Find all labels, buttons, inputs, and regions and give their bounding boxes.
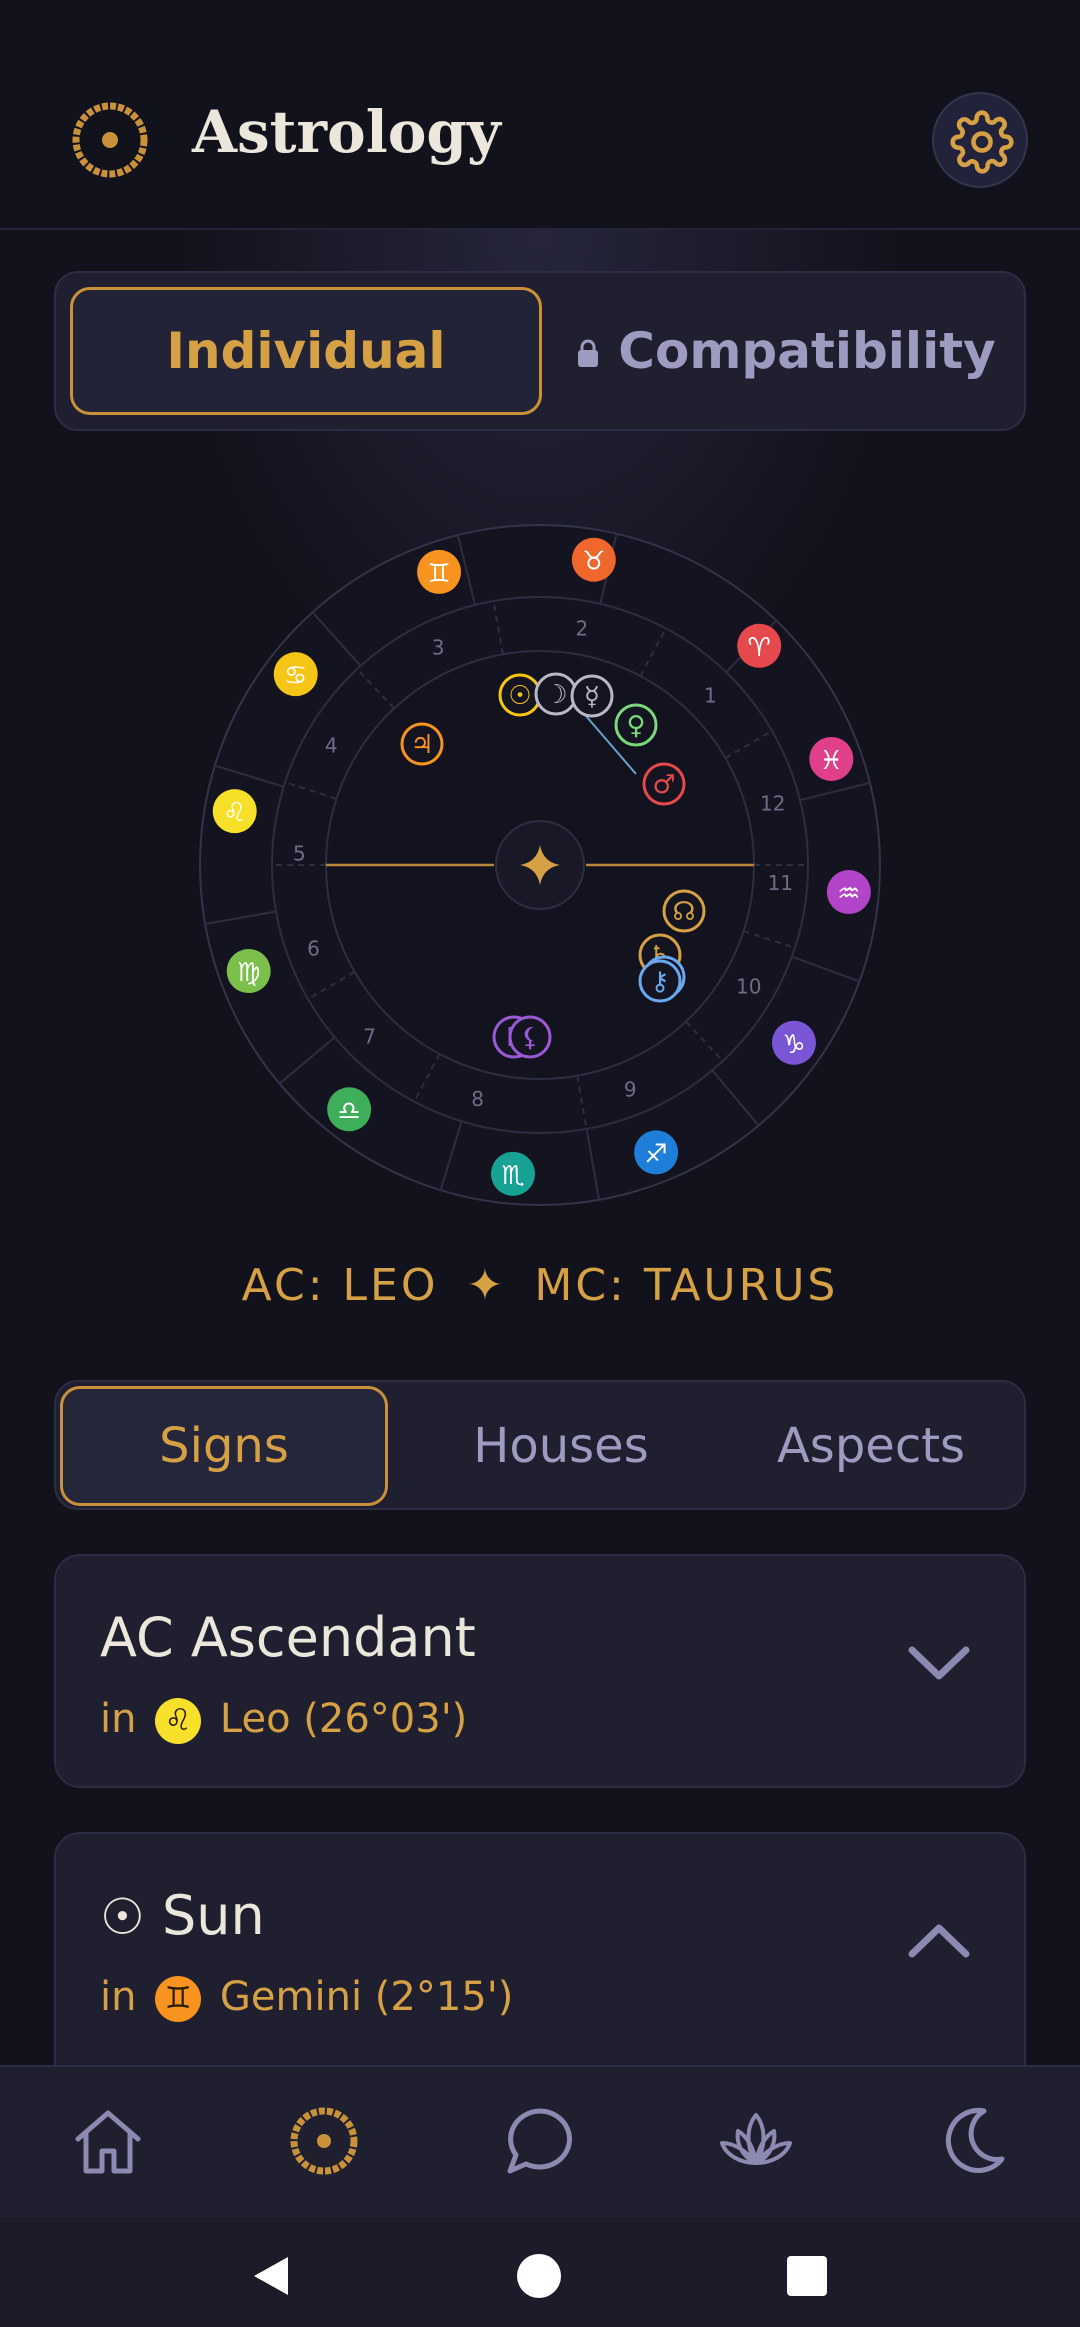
tab-signs[interactable]: Signs [60, 1386, 388, 1506]
card-title-text: Sun [162, 1884, 265, 1947]
gemini-glyph: ♊ [427, 559, 450, 589]
sagittarius-glyph: ♐ [644, 1139, 667, 1169]
natal-chart-wheel[interactable]: 123456789101112♈♉♊♋♌♍♎♏♐♑♒♓☉☽☿♀♂♃☊♄♆⚷♇⚸ [190, 515, 890, 1215]
north-node-glyph: ☊ [672, 897, 695, 927]
house-number: 4 [325, 734, 338, 758]
midheaven-label: MC: TAURUS [534, 1260, 839, 1311]
lock-icon [578, 339, 599, 367]
house-number: 10 [736, 975, 761, 999]
detail-tab-bar: Signs Houses Aspects [54, 1380, 1026, 1510]
leo-sign-icon: ♌ [155, 1698, 202, 1744]
card-subtitle: in ♊ Gemini (2°15') [100, 1974, 513, 2022]
card-title: AC Ascendant [100, 1606, 476, 1669]
bottom-navigation [0, 2065, 1080, 2219]
aquarius-glyph: ♒ [837, 879, 860, 909]
pisces-glyph: ♓ [820, 746, 843, 776]
cancer-glyph: ♋ [284, 661, 307, 691]
sun-logo-icon [72, 102, 148, 178]
card-detail: Leo (26°03') [219, 1696, 468, 1742]
moon-icon[interactable] [932, 2101, 1012, 2181]
app-title: Astrology [192, 98, 501, 166]
jupiter-glyph: ♃ [410, 730, 433, 760]
card-title: ☉ Sun [100, 1884, 265, 1947]
tab-houses[interactable]: Houses [436, 1386, 686, 1506]
mode-tab-bar: Individual Compatibility [54, 271, 1026, 431]
settings-button[interactable] [932, 92, 1028, 188]
chiron-glyph: ⚷ [650, 967, 669, 997]
taurus-glyph: ♉ [582, 547, 605, 577]
lotus-icon[interactable] [716, 2101, 796, 2181]
house-number: 8 [471, 1087, 484, 1111]
gear-icon [950, 110, 1014, 174]
tab-compatibility-label: Compatibility [618, 322, 996, 380]
capricorn-glyph: ♑ [782, 1030, 805, 1060]
chart-icon[interactable] [284, 2101, 364, 2181]
tab-houses-label: Houses [473, 1418, 649, 1474]
libra-glyph: ♎ [337, 1096, 360, 1126]
home-icon[interactable] [68, 2101, 148, 2181]
chevron-down-icon[interactable] [906, 1642, 972, 1682]
tab-aspects[interactable]: Aspects [746, 1386, 996, 1506]
sun-glyph: ☉ [508, 681, 531, 711]
house-number: 11 [768, 871, 793, 895]
home-system-icon[interactable] [516, 2253, 562, 2299]
house-number: 2 [575, 617, 588, 641]
system-navigation-bar [0, 2217, 1080, 2327]
house-number: 3 [432, 636, 445, 660]
mercury-glyph: ☿ [584, 682, 600, 712]
ascendant-label: AC: LEO [241, 1260, 439, 1311]
card-prefix: in [100, 1974, 137, 2020]
tab-signs-label: Signs [159, 1418, 289, 1474]
aries-glyph: ♈ [748, 633, 771, 663]
house-number: 6 [307, 936, 320, 960]
house-number: 5 [293, 841, 306, 865]
lilith-glyph: ⚸ [520, 1023, 539, 1053]
chat-icon[interactable] [500, 2101, 580, 2181]
recents-icon[interactable] [786, 2255, 828, 2297]
tab-individual-label: Individual [166, 322, 446, 380]
separator-star-icon: ✦ [466, 1260, 507, 1311]
house-number: 9 [624, 1077, 637, 1101]
virgo-glyph: ♍ [237, 958, 260, 988]
house-number: 12 [760, 792, 785, 816]
angles-summary: AC: LEO ✦ MC: TAURUS [0, 1260, 1080, 1311]
gemini-sign-icon: ♊ [155, 1976, 202, 2022]
sun-icon: ☉ [100, 1888, 145, 1946]
venus-glyph: ♀ [626, 711, 645, 741]
house-number: 7 [363, 1024, 376, 1048]
card-prefix: in [100, 1696, 137, 1742]
card-subtitle: in ♌ Leo (26°03') [100, 1696, 467, 1744]
card-detail: Gemini (2°15') [219, 1974, 514, 2020]
ascendant-card[interactable]: AC Ascendant in ♌ Leo (26°03') [54, 1554, 1026, 1788]
chevron-up-icon[interactable] [906, 1920, 972, 1960]
back-icon[interactable] [248, 2253, 292, 2299]
tab-compatibility[interactable]: Compatibility [556, 287, 1016, 415]
mars-glyph: ♂ [652, 770, 675, 800]
house-number: 1 [704, 684, 717, 708]
scorpio-glyph: ♏ [501, 1161, 524, 1191]
moon-glyph: ☽ [544, 680, 567, 710]
tab-aspects-label: Aspects [776, 1418, 966, 1474]
leo-glyph: ♌ [223, 798, 246, 828]
app-header: Astrology [0, 0, 1080, 230]
tab-individual[interactable]: Individual [70, 287, 542, 415]
